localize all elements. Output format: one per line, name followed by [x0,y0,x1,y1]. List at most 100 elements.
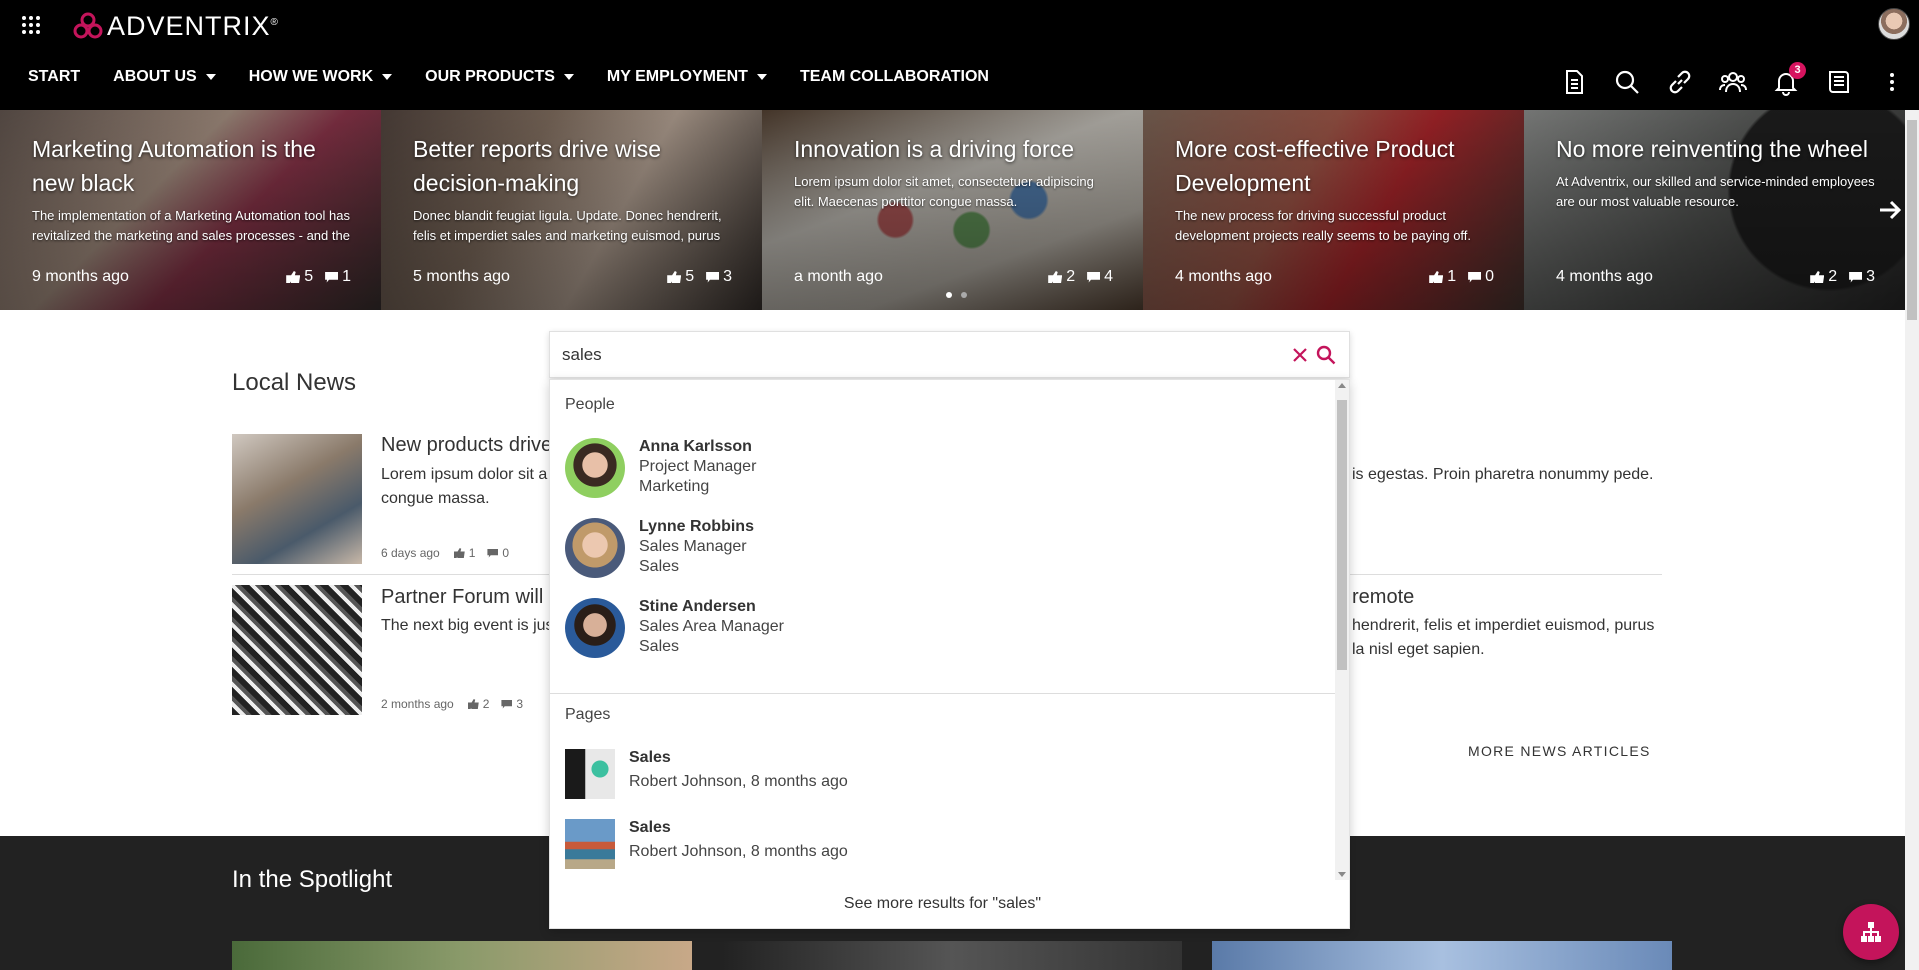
avatar [565,518,625,578]
local-news-title: Local News [232,369,357,396]
page-result[interactable]: Sales Robert Johnson, 8 months ago [565,749,1265,801]
comment-icon [487,548,499,558]
search-input[interactable] [562,344,1262,366]
app-launcher-icon[interactable] [22,16,40,34]
page-meta: Robert Johnson, 8 months ago [629,773,848,790]
person-name: Lynne Robbins [639,518,754,535]
sitemap-fab-button[interactable] [1843,904,1899,960]
carousel-slide[interactable]: Better reports drive wise decision-makin… [381,110,762,310]
logo-mark-icon [73,12,103,39]
carousel-slide[interactable]: Innovation is a driving force Lorem ipsu… [762,110,1143,310]
nav-about-us[interactable]: ABOUT US [113,68,216,86]
scroll-up-icon[interactable] [1338,383,1346,388]
carousel-dot[interactable] [961,292,967,298]
scrollbar-thumb[interactable] [1337,400,1347,670]
spotlight-card[interactable] [232,941,692,970]
scrollbar-thumb[interactable] [1907,120,1917,320]
page-meta: Robert Johnson, 8 months ago [629,843,848,860]
slide-title: Innovation is a driving force [794,136,1074,162]
search-box [549,331,1350,378]
bell-icon[interactable]: 3 [1772,62,1806,96]
page-thumbnail [565,749,615,799]
slide-stats: 23 [1810,268,1875,286]
slide-text: Lorem ipsum dolor sit amet, consectetuer… [794,174,1094,209]
search-icon[interactable] [1613,68,1641,96]
page-result[interactable]: Sales Robert Johnson, 8 months ago [565,819,1265,871]
slide-date: 5 months ago [413,268,510,285]
slide-date: 4 months ago [1175,268,1272,285]
user-avatar[interactable] [1878,8,1910,40]
thumbs-up-icon [467,699,479,709]
nav-how-we-work[interactable]: HOW WE WORK [249,68,393,86]
people-icon[interactable] [1719,68,1747,96]
slide-text: Donec blandit feugiat ligula. Update. Do… [413,208,722,243]
results-scrollbar[interactable] [1335,380,1349,880]
carousel-slide[interactable]: Marketing Automation is the new black Th… [0,110,381,310]
slide-stats: 10 [1429,268,1494,286]
person-name: Stine Andersen [639,598,756,615]
caret-down-icon [382,74,393,80]
slide-title: More cost-effective Product Development [1175,136,1455,196]
news-meta: 6 days ago 1 0 [381,546,510,560]
spotlight-card[interactable] [1212,941,1672,970]
nav-our-products[interactable]: OUR PRODUCTS [425,68,574,86]
person-result[interactable]: Stine Andersen Sales Area Manager Sales [565,598,1265,668]
avatar [565,438,625,498]
page-title: Sales [629,749,671,766]
news-text-fragment: is egestas. Proin pharetra nonummy pede. [1352,466,1654,483]
logo[interactable]: ADVENTRIX® [72,10,279,42]
person-dept: Sales [639,638,680,655]
news-title[interactable]: New products drive [381,434,552,457]
person-role: Sales Manager [639,538,747,555]
book-icon[interactable] [1825,68,1853,96]
news-text: congue massa. [381,490,490,507]
person-dept: Sales [639,558,680,575]
carousel-dot[interactable] [946,292,952,298]
slide-title: Better reports drive wise decision-makin… [413,136,661,196]
person-name: Anna Karlsson [639,438,752,455]
search-icon[interactable] [1315,344,1337,366]
page-scrollbar[interactable] [1905,110,1919,970]
thumbs-up-icon [1810,271,1825,283]
news-title-fragment[interactable]: remote [1352,586,1414,609]
top-bar: ADVENTRIX® START ABOUT US HOW WE WORK OU… [0,0,1919,110]
person-result[interactable]: Lynne Robbins Sales Manager Sales [565,518,1265,588]
thumbs-up-icon [1048,271,1063,283]
carousel-slide[interactable]: More cost-effective Product Development … [1143,110,1524,310]
news-image[interactable] [232,585,362,715]
person-result[interactable]: Anna Karlsson Project Manager Marketing [565,438,1265,508]
comment-icon [1087,271,1101,283]
divider [550,693,1335,694]
avatar [565,598,625,658]
thumbs-up-icon [667,271,682,283]
slide-text: The new process for driving successful p… [1175,208,1472,243]
slide-stats: 53 [667,268,732,286]
slide-date: 9 months ago [32,268,129,285]
carousel-dots [946,292,967,298]
news-title[interactable]: Partner Forum will [381,586,543,609]
see-more-results-link[interactable]: See more results for "sales" [550,895,1335,913]
news-carousel: Marketing Automation is the new black Th… [0,110,1905,310]
more-news-link[interactable]: MORE NEWS ARTICLES [1468,743,1651,759]
spotlight-card[interactable] [722,941,1182,970]
slide-stats: 24 [1048,268,1113,286]
document-icon[interactable] [1560,68,1588,96]
slide-text: At Adventrix, our skilled and service-mi… [1556,174,1875,209]
nav-team-collaboration[interactable]: TEAM COLLABORATION [800,68,989,86]
comment-icon [1849,271,1863,283]
nav-my-employment[interactable]: MY EMPLOYMENT [607,68,767,86]
clear-icon[interactable] [1288,343,1312,367]
news-image[interactable] [232,434,362,564]
carousel-slide[interactable]: No more reinventing the wheel At Adventr… [1524,110,1905,310]
more-vertical-icon[interactable] [1878,68,1906,96]
carousel-next-arrow-icon[interactable] [1876,196,1904,224]
person-role: Sales Area Manager [639,618,784,635]
news-text-fragment: hendrerit, felis et imperdiet euismod, p… [1352,617,1655,634]
toolbar: 3 [1560,62,1919,96]
link-icon[interactable] [1666,68,1694,96]
pages-group-label: Pages [565,706,611,723]
caret-down-icon [756,74,767,80]
nav-start[interactable]: START [28,68,80,86]
scroll-down-icon[interactable] [1338,872,1346,877]
slide-text: The implementation of a Marketing Automa… [32,208,350,243]
